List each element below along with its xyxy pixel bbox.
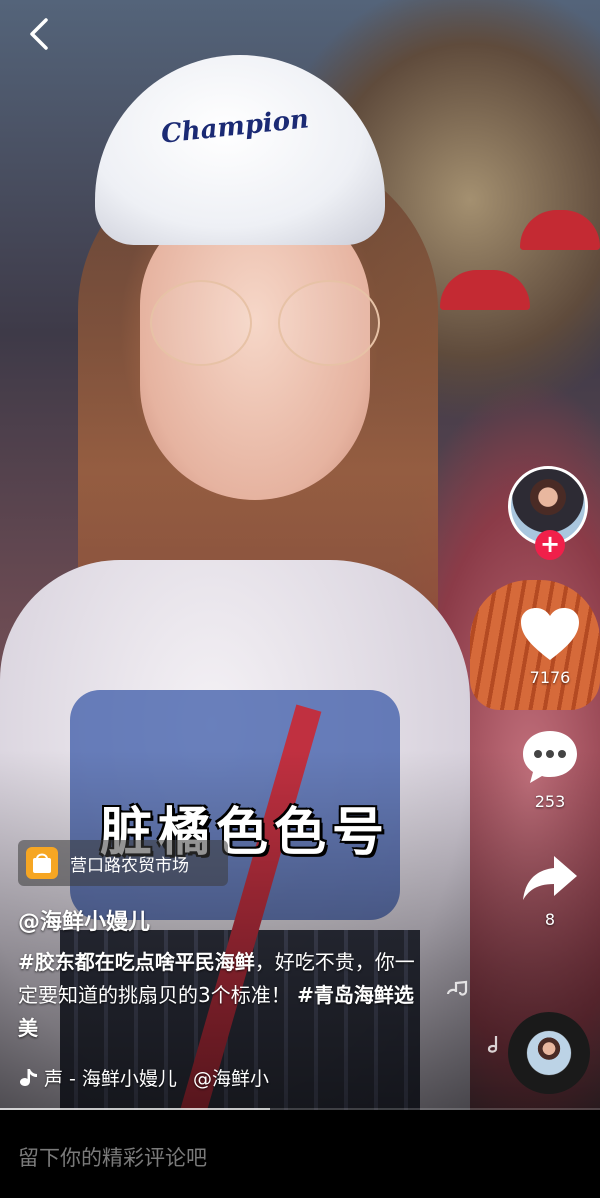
music-cover-art bbox=[527, 1031, 571, 1075]
hashtag-link[interactable]: #胶东都在吃点啥平民海鲜 bbox=[18, 950, 255, 974]
music-row[interactable]: 声 - 海鲜小嫚儿 @海鲜小 bbox=[18, 1064, 273, 1091]
music-author: @海鲜小 bbox=[192, 1068, 269, 1090]
share-button[interactable]: 8 bbox=[500, 852, 600, 929]
music-note-icon bbox=[20, 1068, 37, 1086]
chevron-left-icon bbox=[30, 18, 48, 50]
floating-note-icon bbox=[487, 1036, 498, 1053]
comment-bar bbox=[0, 1110, 600, 1198]
like-count: 7176 bbox=[529, 668, 571, 687]
music-title: 声 - 海鲜小嫚儿 bbox=[44, 1068, 177, 1090]
shopping-bag-icon bbox=[26, 847, 58, 879]
comment-input[interactable] bbox=[18, 1140, 578, 1176]
glasses-lens bbox=[278, 280, 380, 366]
music-disc-button[interactable] bbox=[508, 1012, 590, 1094]
floating-note-icon bbox=[446, 980, 468, 996]
heart-icon bbox=[521, 608, 579, 660]
cap bbox=[95, 55, 385, 245]
follow-button[interactable]: + bbox=[535, 530, 565, 560]
glasses-lens bbox=[150, 280, 252, 366]
video-frame[interactable]: Champion bbox=[0, 0, 600, 1110]
location-chip[interactable]: 营口路农贸市场 bbox=[18, 840, 228, 886]
location-label: 营口路农贸市场 bbox=[70, 855, 189, 876]
bag-strap bbox=[180, 704, 322, 1110]
share-count: 8 bbox=[544, 910, 556, 929]
comment-bubble-icon bbox=[523, 731, 577, 783]
back-button[interactable] bbox=[24, 16, 54, 52]
post-description: #胶东都在吃点啥平民海鲜，好吃不贵，你一定要知道的挑扇贝的3个标准！ #青岛海鲜… bbox=[18, 946, 418, 1045]
author-avatar-button[interactable]: + bbox=[508, 466, 592, 560]
like-button[interactable]: 7176 bbox=[500, 606, 600, 687]
market-lamp bbox=[440, 270, 530, 310]
glasses bbox=[150, 280, 380, 370]
market-lamp bbox=[520, 210, 600, 250]
share-arrow-icon bbox=[523, 856, 577, 900]
author-name[interactable]: @海鲜小嫚儿 bbox=[18, 904, 150, 936]
comment-button[interactable]: 253 bbox=[500, 728, 600, 811]
comment-count: 253 bbox=[534, 792, 566, 811]
